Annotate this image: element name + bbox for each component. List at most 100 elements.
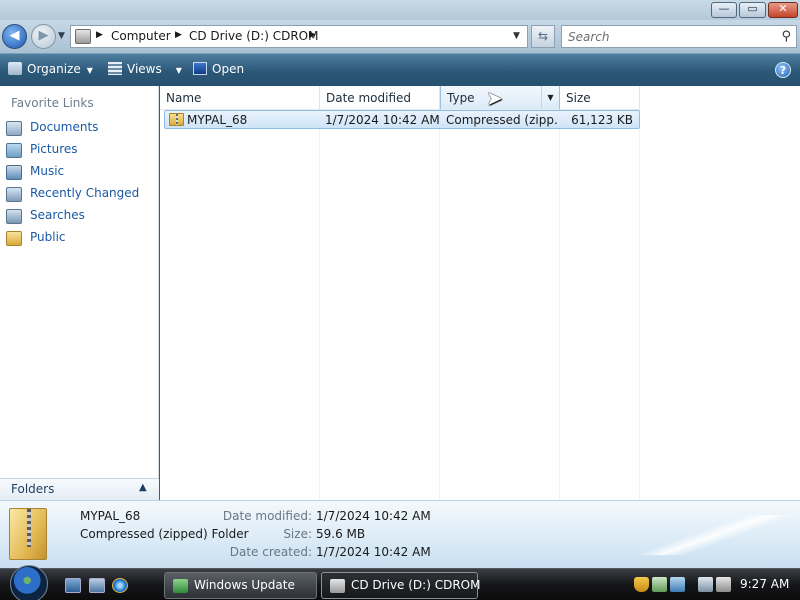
breadcrumb-separator-icon[interactable]: ▶: [96, 30, 103, 40]
details-label-date-modified: Date modified:: [222, 509, 312, 523]
open-button[interactable]: Open: [193, 62, 244, 80]
column-filter-dropdown-icon[interactable]: ▼: [541, 86, 559, 109]
file-name: MYPAL_68: [187, 113, 248, 127]
forward-button[interactable]: ▶: [31, 24, 56, 49]
back-button[interactable]: ◀: [2, 24, 27, 49]
chevron-down-icon: ▼: [86, 66, 93, 75]
maximize-button[interactable]: ▭: [739, 2, 766, 18]
sidebar-item-label: Pictures: [30, 142, 78, 156]
start-button[interactable]: [10, 565, 48, 600]
organize-icon: [8, 62, 22, 75]
sidebar-item-label: Searches: [30, 208, 85, 222]
navigation-pane: Favorite Links Documents Pictures Music …: [0, 86, 159, 500]
volume-muted-icon[interactable]: [716, 577, 731, 592]
address-row: ◀ ▶ ▼ ▶ Computer ▶ CD Drive (D:) CDROM ▶…: [0, 20, 800, 53]
minimize-icon: —: [718, 2, 730, 15]
network-tray-icon[interactable]: [670, 577, 685, 592]
cd-drive-icon: [330, 579, 345, 593]
title-bar: — ▭ ✕: [0, 0, 800, 20]
open-label: Open: [212, 62, 245, 76]
folders-toggle[interactable]: Folders ▲: [0, 478, 159, 500]
maximize-icon: ▭: [747, 2, 758, 15]
file-size: 61,123 KB: [571, 113, 633, 127]
show-desktop-icon[interactable]: [65, 578, 81, 593]
chevron-up-icon: ▲: [139, 482, 147, 493]
search-placeholder: Search: [568, 30, 610, 44]
command-bar: Organize ▼ Views ▼ Open ?: [0, 53, 800, 86]
details-file-name: MYPAL_68: [80, 509, 141, 523]
details-value-date-modified: 1/7/2024 10:42 AM: [316, 509, 431, 523]
column-divider: [319, 110, 320, 500]
favorite-links-heading: Favorite Links: [11, 96, 94, 110]
minimize-button[interactable]: —: [711, 2, 737, 18]
music-icon: [6, 165, 22, 180]
pictures-icon: [6, 143, 22, 158]
details-value-size: 59.6 MB: [316, 527, 366, 541]
zip-folder-icon: [169, 113, 184, 126]
address-bar[interactable]: ▶ Computer ▶ CD Drive (D:) CDROM ▶ ▼: [70, 25, 528, 48]
search-input[interactable]: Search ⚲: [561, 25, 797, 48]
sidebar-item-label: Recently Changed: [30, 186, 140, 200]
breadcrumb-cd-drive[interactable]: CD Drive (D:) CDROM: [189, 29, 318, 43]
file-type: Compressed (zipp...: [446, 113, 558, 127]
folders-label: Folders: [11, 482, 55, 496]
documents-icon: [6, 121, 22, 136]
breadcrumb-separator-icon[interactable]: ▶: [175, 30, 182, 40]
searches-icon: [6, 209, 22, 224]
file-row-selected[interactable]: MYPAL_68 1/7/2024 10:42 AM Compressed (z…: [164, 110, 640, 129]
column-divider: [439, 110, 440, 500]
details-value-date-created: 1/7/2024 10:42 AM: [316, 545, 431, 559]
back-arrow-icon: ◀: [9, 28, 20, 43]
close-button[interactable]: ✕: [768, 2, 798, 18]
windows-update-icon: [173, 579, 188, 593]
details-label-size: Size:: [283, 527, 312, 541]
views-label: Views: [127, 62, 162, 76]
column-header-size[interactable]: Size: [560, 86, 640, 110]
details-label-date-created: Date created:: [229, 545, 312, 559]
taskbar: Windows Update CD Drive (D:) CDROM 9:27 …: [0, 565, 800, 600]
display-tray-icon[interactable]: [698, 577, 713, 592]
internet-explorer-icon[interactable]: [112, 578, 128, 593]
recent-pages-dropdown[interactable]: ▼: [58, 31, 65, 41]
sidebar-item-label: Public: [30, 230, 66, 244]
chevron-down-icon: ▼: [175, 66, 182, 75]
views-icon: [108, 62, 122, 75]
breadcrumb-computer[interactable]: Computer: [111, 29, 171, 43]
column-divider: [559, 110, 560, 500]
breadcrumb-separator-icon[interactable]: ▶: [309, 30, 316, 40]
file-list: Name Date modified Type ▼ Size MYPAL_68 …: [160, 86, 800, 500]
sidebar-item-label: Documents: [30, 120, 99, 134]
taskbar-item-label: Windows Update: [194, 578, 295, 592]
zip-folder-large-icon: [9, 508, 47, 560]
taskbar-cd-drive[interactable]: CD Drive (D:) CDROM: [321, 572, 481, 599]
column-header-date-modified[interactable]: Date modified: [320, 86, 440, 110]
column-header-label: Type: [447, 91, 475, 105]
address-dropdown-icon[interactable]: ▼: [513, 31, 520, 41]
mouse-pointer-icon: ➤: [486, 86, 503, 110]
column-divider: [639, 110, 640, 500]
recently-changed-icon: [6, 187, 22, 202]
refresh-button[interactable]: ⇆: [531, 25, 555, 48]
computer-icon: [75, 29, 91, 44]
clock[interactable]: 9:27 AM: [740, 577, 789, 591]
security-shield-icon[interactable]: [634, 577, 649, 592]
taskbar-item-label: CD Drive (D:) CDROM: [351, 578, 481, 592]
views-button[interactable]: Views ▼: [108, 62, 182, 80]
column-header-label: Name: [166, 91, 202, 105]
column-header-name[interactable]: Name: [160, 86, 320, 110]
column-header-label: Date modified: [326, 91, 412, 105]
public-folder-icon: [6, 231, 22, 246]
file-date-modified: 1/7/2024 10:42 AM: [325, 113, 440, 127]
windows-update-tray-icon[interactable]: [652, 577, 667, 592]
taskbar-windows-update[interactable]: Windows Update: [164, 572, 317, 599]
organize-label: Organize: [27, 62, 81, 76]
forward-arrow-icon: ▶: [38, 28, 49, 43]
organize-button[interactable]: Organize ▼: [8, 62, 93, 80]
decorative-shine: [640, 515, 790, 555]
search-icon[interactable]: ⚲: [781, 29, 791, 44]
details-pane: MYPAL_68 Compressed (zipped) Folder Date…: [0, 500, 800, 568]
open-icon: [193, 62, 207, 75]
help-icon[interactable]: ?: [775, 62, 791, 78]
switch-windows-icon[interactable]: [89, 578, 105, 593]
close-icon: ✕: [778, 2, 788, 15]
